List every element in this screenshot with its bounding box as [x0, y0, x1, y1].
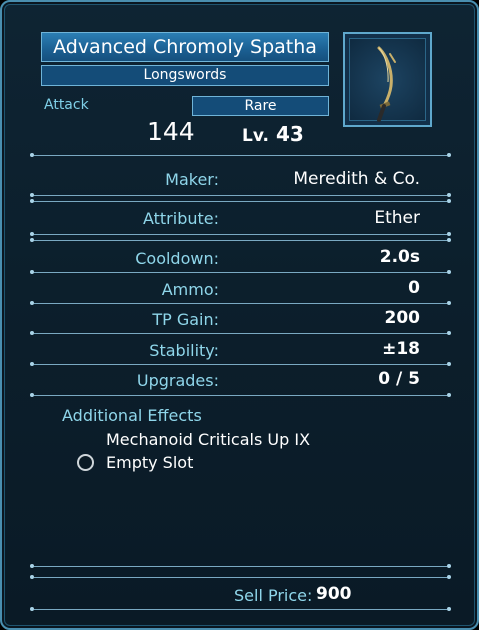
- divider: [30, 607, 451, 611]
- rarity-badge: Rare: [192, 96, 329, 116]
- stability-label: Stability:: [149, 341, 219, 360]
- tp-gain-value: 200: [384, 308, 421, 328]
- cooldown-label: Cooldown:: [135, 249, 219, 268]
- divider: [30, 232, 451, 236]
- level-indicator: Lv. 43: [242, 122, 304, 146]
- ammo-value: 0: [408, 278, 420, 298]
- divider: [30, 564, 451, 568]
- item-name: Advanced Chromoly Spatha: [41, 32, 329, 62]
- item-detail-panel: Advanced Chromoly Spatha Longswords Atta…: [0, 0, 479, 630]
- upgrades-value: 0 / 5: [378, 369, 420, 389]
- effect-item: Empty Slot: [106, 453, 194, 472]
- attribute-value: Ether: [374, 208, 420, 228]
- divider: [30, 193, 451, 197]
- maker-value: Meredith & Co.: [293, 169, 420, 189]
- sell-price-value: 900: [316, 584, 352, 604]
- stability-value: ±18: [382, 339, 420, 359]
- level-prefix: Lv.: [242, 126, 269, 146]
- ammo-label: Ammo:: [161, 280, 219, 299]
- divider: [30, 153, 451, 157]
- upgrades-label: Upgrades:: [136, 371, 219, 390]
- tp-gain-label: TP Gain:: [152, 310, 219, 329]
- divider: [30, 362, 451, 366]
- cooldown-value: 2.0s: [379, 247, 420, 267]
- maker-label: Maker:: [165, 170, 219, 189]
- attack-label: Attack: [44, 97, 89, 113]
- effect-item: Mechanoid Criticals Up IX: [106, 430, 311, 449]
- item-category: Longswords: [41, 65, 329, 86]
- divider: [30, 331, 451, 335]
- divider: [30, 301, 451, 305]
- divider: [30, 393, 451, 397]
- level-value: 43: [275, 122, 304, 146]
- additional-effects-title: Additional Effects: [62, 406, 202, 425]
- divider: [30, 270, 451, 274]
- longsword-icon: [377, 46, 396, 122]
- divider: [30, 199, 451, 203]
- sell-price-label: Sell Price:: [234, 586, 313, 605]
- divider: [30, 575, 451, 579]
- empty-slot-icon: [77, 454, 94, 471]
- weapon-image-frame: [343, 32, 432, 127]
- attack-value: 144: [147, 117, 195, 146]
- divider: [30, 238, 451, 242]
- attribute-label: Attribute:: [142, 209, 219, 228]
